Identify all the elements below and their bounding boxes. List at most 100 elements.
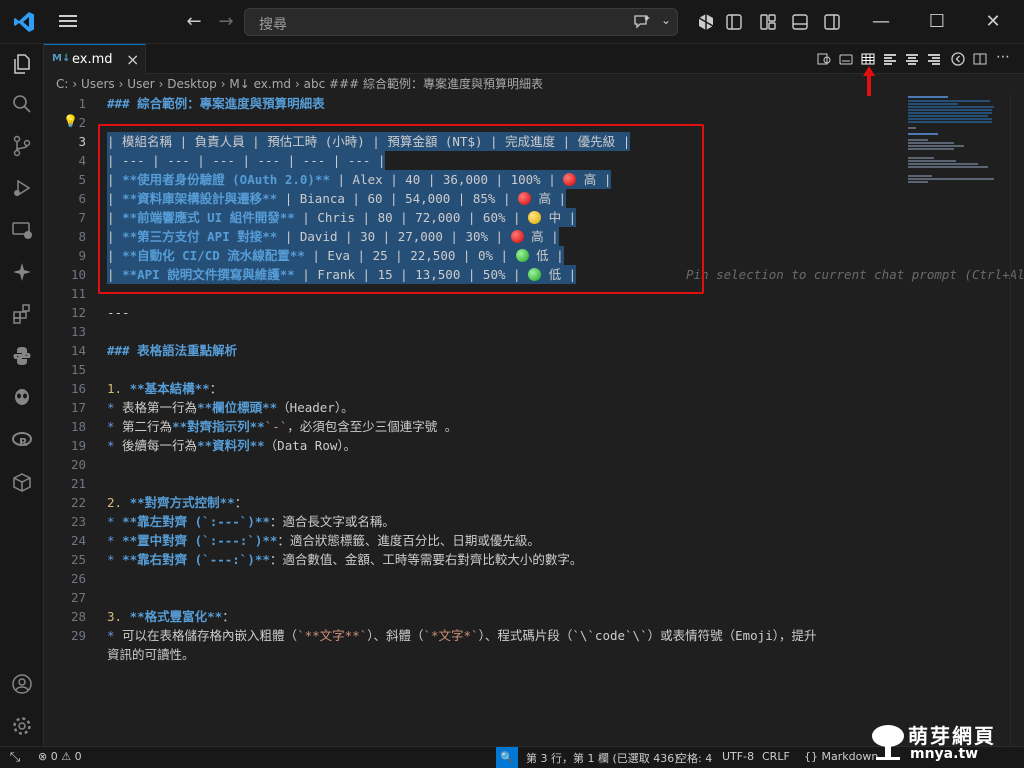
extensions-icon[interactable] [10,302,34,326]
editor-line[interactable]: 21 [44,474,904,493]
code-token: 高 | [531,191,567,206]
editor-line[interactable]: 6 | **資料庫架構設計與遷移** | Bianca | 60 | 54,000… [44,189,904,208]
editor-line[interactable]: 25 * **靠右對齊 (`---:`)**：適合數值、金額、工時等需要右對齊比較… [44,550,904,569]
align-center-icon[interactable] [904,51,920,67]
settings-gear-icon[interactable] [10,714,34,738]
breadcrumb-desktop[interactable]: Desktop [167,77,217,91]
code-token: 中 | [541,210,577,225]
svg-text:R: R [19,436,28,449]
line-content: * 可以在表格儲存格內嵌入粗體（`**文字**`）、斜體（`*文字*`）、程式碼… [107,626,816,645]
zoom-icon[interactable]: 🔍 [496,747,518,768]
align-right-icon[interactable] [926,51,942,67]
bold-text: **格式豐富化** [129,609,223,624]
encoding[interactable]: UTF-8 [722,750,754,763]
editor-line[interactable]: 3 | 模組名稱 | 負責人員 | 預估工時 (小時) | 預算金額 (NT$) … [44,132,904,151]
line-number: 19 [70,438,86,453]
go-back-circle-icon[interactable] [950,51,966,67]
editor-line[interactable]: 28 3. **格式豐富化**： [44,607,904,626]
chat-sparkle-icon[interactable] [633,14,651,30]
back-arrow-icon[interactable]: ← [184,12,204,32]
run-and-debug-icon[interactable] [10,176,34,200]
code-text: | --- | --- | --- | --- | --- | --- | [107,153,386,168]
editor-line[interactable]: 23 * **靠左對齊 (`:---`)**：適合長文字或名稱。 [44,512,904,531]
editor-line[interactable]: 15 [44,360,904,379]
editor-line[interactable]: 27 [44,588,904,607]
tab-ex-md[interactable]: M↓ ex.md × [44,44,146,74]
bold-text: **使用者身份驗證 (OAuth 2.0)** [122,172,330,187]
maximize-icon[interactable]: ☐ [910,0,964,44]
editor-line[interactable]: 7 | **前端響應式 UI 組件開發** | Chris | 80 | 72,0… [44,208,904,227]
copilot-icon[interactable] [696,12,716,32]
editor-line[interactable]: 18 * 第二行為**對齊指示列**`-`，必須包含至少三個連字號 。 [44,417,904,436]
open-preview-icon[interactable] [816,51,832,67]
editor-line[interactable]: 9 | **自動化 CI/CD 流水線配置** | Eva | 25 | 22,5… [44,246,904,265]
python-icon[interactable] [10,344,34,368]
remote-indicator-icon[interactable]: ⤡ [0,747,30,768]
editor-line[interactable]: 14 ### 表格語法重點解析 [44,341,904,360]
chevron-down-icon[interactable]: ⌄ [661,13,671,27]
table-format-icon[interactable] [860,51,876,67]
close-window-icon[interactable]: ✕ [966,0,1020,44]
line-number: 13 [70,324,86,339]
editor-line[interactable]: 26 [44,569,904,588]
editor-line[interactable]: 1 ### 綜合範例：專案進度與預算明細表 [44,94,904,113]
editor-line[interactable]: 10 | **API 說明文件撰寫與維護** | Frank | 15 | 13,… [44,265,1024,284]
cursor-position[interactable]: 第 3 行，第 1 欄 (已選取 436) [526,750,679,766]
r-language-icon[interactable]: R [10,428,34,452]
editor-line[interactable]: 8 | **第三方支付 API 對接** | David | 30 | 27,00… [44,227,904,246]
minimize-icon[interactable]: — [854,0,908,44]
editor-line[interactable]: 5 | **使用者身份驗證 (OAuth 2.0)** | Alex | 40 |… [44,170,904,189]
line-content: | **自動化 CI/CD 流水線配置** | Eva | 25 | 22,50… [107,246,564,265]
editor-line[interactable]: 12 --- [44,303,904,322]
alien-extension-icon[interactable] [10,386,34,410]
layout-grid-icon[interactable] [758,12,778,32]
line-content: * **置中對齊 (`:---:`)**：適合狀態標籤、進度百分比、日期或優先級… [107,531,540,550]
split-editor-icon[interactable] [972,51,988,67]
breadcrumb-user[interactable]: User [127,77,154,91]
editor-line[interactable]: 資訊的可讀性。 [44,645,904,664]
breadcrumb-users[interactable]: Users [81,77,115,91]
more-actions-icon[interactable]: ⋯ [996,49,1010,65]
hamburger-menu-icon[interactable] [58,12,78,32]
explorer-files-icon[interactable] [10,52,34,76]
minimap[interactable] [904,94,1004,214]
source-control-icon[interactable] [10,134,34,158]
remote-explorer-icon[interactable] [10,218,34,242]
editor-line[interactable]: 11 [44,284,904,303]
keyboard-icon[interactable] [838,51,854,67]
account-icon[interactable] [10,672,34,696]
editor-area[interactable]: 1 ### 綜合範例：專案進度與預算明細表 2 3 | 模組名稱 | 負責人員 | 預估… [44,94,1024,746]
search-icon[interactable] [10,92,34,116]
vscode-logo-icon[interactable] [12,10,36,34]
toggle-secondary-sidebar-icon[interactable] [822,12,842,32]
editor-line[interactable]: 16 1. **基本結構**： [44,379,904,398]
editor-line[interactable]: 4 | --- | --- | --- | --- | --- | --- | [44,151,904,170]
editor-line[interactable]: 17 * 表格第一行為**欄位標頭**（Header）。 [44,398,904,417]
vertical-scrollbar[interactable] [1010,94,1024,746]
editor-line[interactable]: 2 [44,113,904,132]
line-number: 11 [70,286,86,301]
lightbulb-icon[interactable]: 💡 [63,114,78,128]
breadcrumb-symbol[interactable]: abc ### 綜合範例：專案進度與預算明細表 [304,77,543,91]
line-number: 8 [78,229,86,244]
forward-arrow-icon[interactable]: → [216,12,236,32]
close-tab-icon[interactable]: × [126,50,139,69]
breadcrumb-file[interactable]: M↓ ex.md [229,77,291,91]
end-of-line[interactable]: CRLF [762,750,790,763]
code-token: 第二行為 [114,419,173,434]
toggle-panel-icon[interactable] [790,12,810,32]
copilot-sparkle-icon[interactable] [10,260,34,284]
editor-line[interactable]: 22 2. **對齊方式控制**： [44,493,904,512]
problems-indicator[interactable]: ⊗ 0 ⚠ 0 [38,750,82,763]
breadcrumb-drive[interactable]: C: [56,77,68,91]
editor-line[interactable]: 13 [44,322,904,341]
editor-line[interactable]: 24 * **置中對齊 (`:---:`)**：適合狀態標籤、進度百分比、日期或優… [44,531,904,550]
align-left-icon[interactable] [882,51,898,67]
indentation[interactable]: 空格: 4 [676,750,712,766]
editor-line[interactable]: 20 [44,455,904,474]
toggle-primary-sidebar-icon[interactable] [724,12,744,32]
editor-line[interactable]: 29 * 可以在表格儲存格內嵌入粗體（`**文字**`）、斜體（`*文字*`）、程… [44,626,904,645]
command-center-search[interactable]: 搜尋 ⌄ [244,8,678,36]
editor-line[interactable]: 19 * 後續每一行為**資料列**（Data Row）。 [44,436,904,455]
package-box-icon[interactable] [10,470,34,494]
